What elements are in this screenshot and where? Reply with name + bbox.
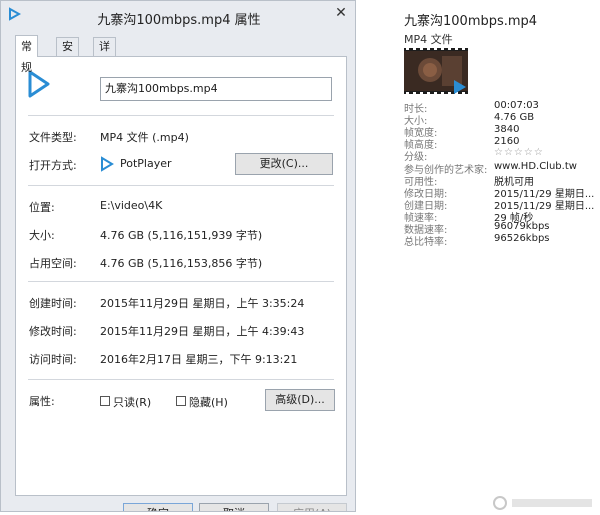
readonly-label[interactable]: 只读(R) [113,394,151,410]
close-icon[interactable]: ✕ [331,3,351,23]
modified-label: 修改时间: [29,325,77,338]
details-value: 2160 [494,136,520,148]
size-on-disk-label: 占用空间: [29,257,77,270]
tab-security[interactable]: 安全 [56,37,79,71]
size-label: 大小: [29,229,55,242]
properties-dialog: 九寨沟100mbps.mp4 属性 ✕ 常规 安全 详细信息 九寨沟100mbp… [0,0,356,512]
modified-value: 2015年11月29日 星期日，上午 4:39:43 [100,325,305,338]
created-label: 创建时间: [29,297,77,310]
divider [28,379,334,380]
accessed-label: 访问时间: [29,353,77,366]
hidden-label[interactable]: 隐藏(H) [189,394,228,410]
details-value: 4.76 GB [494,112,535,124]
tab-details[interactable]: 详细信息 [93,37,116,107]
size-on-disk-value: 4.76 GB (5,116,153,856 字节) [100,257,263,270]
details-value: 96079kbps [494,221,550,232]
hidden-checkbox[interactable] [176,396,186,406]
details-value: www.HD.Club.tw [494,160,577,172]
tab-general[interactable]: 常规 [15,35,38,74]
cancel-button[interactable]: 取消 [199,503,269,511]
window-title: 九寨沟100mbps.mp4 属性 [97,13,261,28]
details-key: 总比特率: [404,237,448,249]
change-button[interactable]: 更改(C)... [235,153,333,175]
details-value: 3840 [494,124,520,136]
details-file-title: 九寨沟100mbps.mp4 [404,14,538,29]
apply-button[interactable]: 应用(A) [277,503,347,511]
accessed-value: 2016年2月17日 星期三，下午 9:13:21 [100,353,298,366]
location-label: 位置: [29,201,55,214]
watermark [492,494,600,512]
created-value: 2015年11月29日 星期日，上午 3:35:24 [100,297,305,310]
divider [28,115,334,116]
opens-with-label: 打开方式: [29,159,77,172]
details-value: 96526kbps [494,233,550,245]
opens-with-value: PotPlayer [120,157,172,170]
advanced-button[interactable]: 高级(D)... [265,389,335,411]
readonly-checkbox[interactable] [100,396,110,406]
rating-stars[interactable]: ☆☆☆☆☆ [494,147,544,158]
attributes-label: 属性: [29,395,55,408]
divider [28,281,334,282]
details-pane: 九寨沟100mbps.mp4 MP4 文件 时长: 00:07:03 大小: 4.76… [404,0,600,512]
title-bar[interactable]: 九寨沟100mbps.mp4 属性 ✕ [1,1,355,33]
general-panel: 九寨沟100mbps.mp4 文件类型: MP4 文件 (.mp4) 打开方式:… [15,56,347,496]
file-type-label: 文件类型: [29,131,77,144]
file-name-field[interactable]: 九寨沟100mbps.mp4 [100,77,332,101]
size-value: 4.76 GB (5,116,151,939 字节) [100,229,263,242]
divider [28,185,334,186]
file-type-value: MP4 文件 (.mp4) [100,131,189,144]
ok-button[interactable]: 确定 [123,503,193,511]
details-file-type: MP4 文件 [404,33,453,46]
details-value: 00:07:03 [494,100,539,111]
video-thumbnail [404,48,468,94]
potplayer-icon [101,156,114,172]
location-value: E:\video\4K [100,199,163,212]
